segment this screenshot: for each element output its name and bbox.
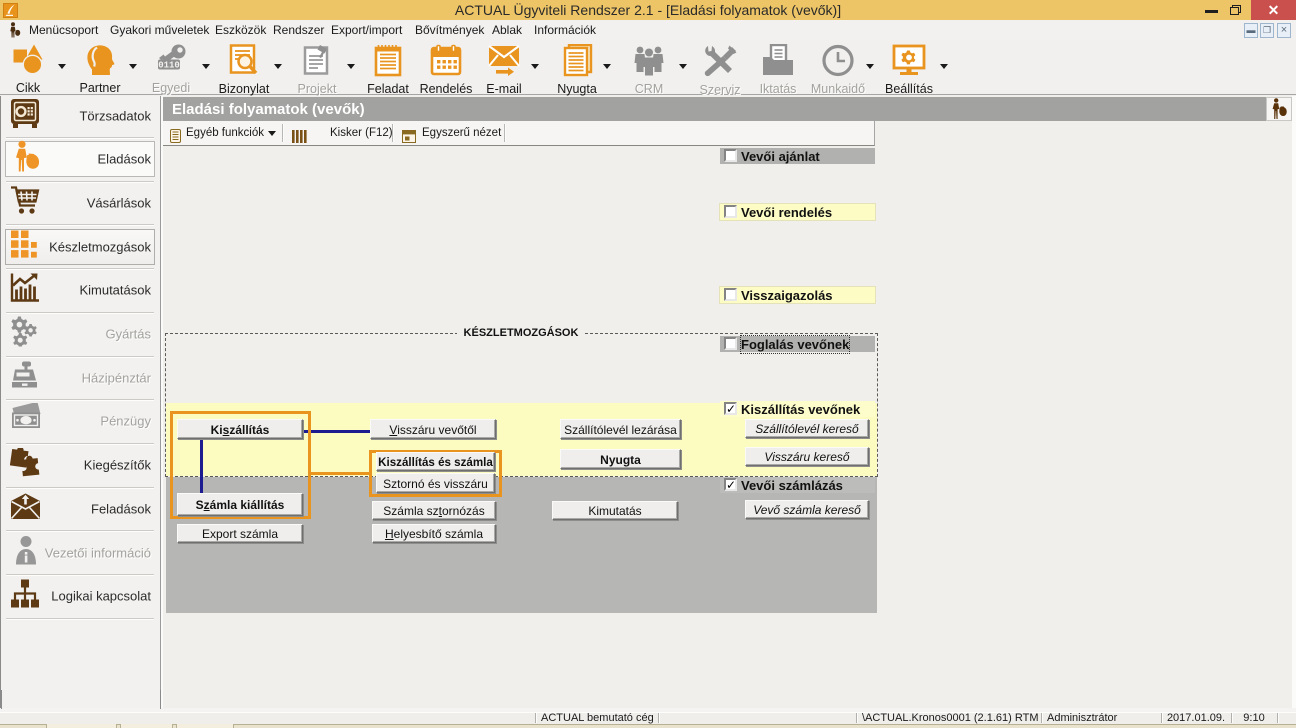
svg-text:0110: 0110 (158, 61, 180, 71)
